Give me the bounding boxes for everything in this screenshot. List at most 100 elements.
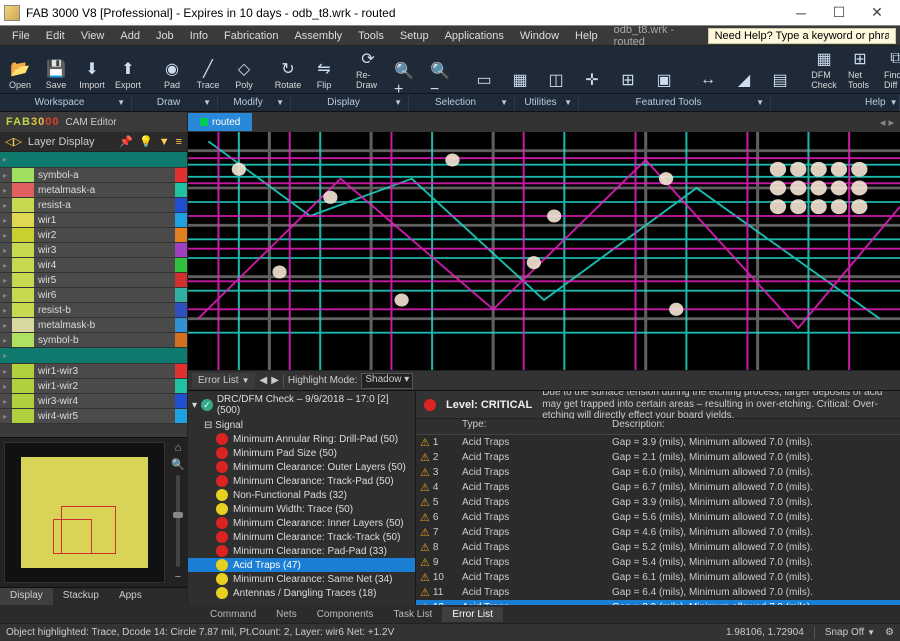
- layer-resist-a[interactable]: ▸resist-a: [0, 198, 187, 213]
- sidebar-tab-stackup[interactable]: Stackup: [53, 588, 109, 605]
- layer-header[interactable]: ▸: [0, 348, 187, 364]
- status-settings-icon[interactable]: ⚙: [885, 627, 894, 638]
- layer-wir5[interactable]: ▸wir5: [0, 273, 187, 288]
- menu-applications[interactable]: Applications: [437, 28, 512, 44]
- bulb-icon[interactable]: 💡: [139, 135, 153, 148]
- toolbar-open[interactable]: 📂Open: [4, 48, 36, 92]
- cmd-tab-command[interactable]: Command: [200, 607, 266, 622]
- menu-fabrication[interactable]: Fabrication: [216, 28, 286, 44]
- drc-root[interactable]: ▾✓DRC/DFM Check – 9/9/2018 – 17:0 [2] (5…: [188, 391, 415, 419]
- group-utilities[interactable]: Utilities▼: [515, 94, 579, 111]
- toolbar-btn14[interactable]: 🔍−: [424, 48, 456, 92]
- tab-routed[interactable]: routed: [188, 113, 252, 131]
- group-help[interactable]: Help▼: [859, 94, 900, 111]
- error-row[interactable]: ⚠8Acid TrapsGap = 5.2 (mils), Minimum al…: [416, 540, 900, 555]
- home-icon[interactable]: ⌂: [175, 442, 182, 454]
- toolbar-poly[interactable]: ◇Poly: [228, 48, 260, 92]
- settings-icon[interactable]: ≡: [176, 136, 182, 148]
- menu-setup[interactable]: Setup: [392, 28, 437, 44]
- menu-info[interactable]: Info: [182, 28, 216, 44]
- menu-help[interactable]: Help: [567, 28, 606, 44]
- drc-check[interactable]: Non-Functional Pads (32): [188, 488, 415, 502]
- toolbar-dfm-check[interactable]: ▦DFM Check: [808, 48, 840, 92]
- layer-symbol-a[interactable]: ▸symbol-a: [0, 168, 187, 183]
- toolbar-btn24[interactable]: ◢: [728, 48, 760, 92]
- layer-wir1[interactable]: ▸wir1: [0, 213, 187, 228]
- group-display[interactable]: Display▼: [291, 94, 409, 111]
- layer-metalmask-b[interactable]: ▸metalmask-b: [0, 318, 187, 333]
- cmd-tab-components[interactable]: Components: [307, 607, 384, 622]
- toolbar-trace[interactable]: ╱Trace: [192, 48, 224, 92]
- group-draw[interactable]: Draw▼: [132, 94, 218, 111]
- layer-metalmask-a[interactable]: ▸metalmask-a: [0, 183, 187, 198]
- zoom-in-icon[interactable]: 🔍: [171, 458, 185, 471]
- toolbar-btn19[interactable]: ✛: [576, 48, 608, 92]
- zoom-out-icon[interactable]: −: [175, 571, 181, 583]
- drc-signal-node[interactable]: ⊟ Signal: [188, 419, 415, 432]
- error-row[interactable]: ⚠6Acid TrapsGap = 5.6 (mils), Minimum al…: [416, 510, 900, 525]
- toolbar-flip[interactable]: ⇋Flip: [308, 48, 340, 92]
- toolbar-btn13[interactable]: 🔍+: [388, 48, 420, 92]
- group-selection[interactable]: Selection▼: [409, 94, 515, 111]
- toolbar-save[interactable]: 💾Save: [40, 48, 72, 92]
- toolbar-pad[interactable]: ◉Pad: [156, 48, 188, 92]
- toolbar-btn23[interactable]: ↔: [692, 48, 724, 92]
- expand-icon[interactable]: ◁▷: [5, 135, 22, 148]
- layer-wir6[interactable]: ▸wir6: [0, 288, 187, 303]
- filter-icon[interactable]: ▼: [159, 136, 170, 148]
- layer-wir3[interactable]: ▸wir3: [0, 243, 187, 258]
- layer-wir4[interactable]: ▸wir4: [0, 258, 187, 273]
- drc-check[interactable]: Acid Traps (47): [188, 558, 415, 572]
- layer-wir3-wir4[interactable]: ▸wir3-wir4: [0, 394, 187, 409]
- snap-toggle[interactable]: Snap Off▼: [815, 627, 885, 638]
- error-row[interactable]: ⚠7Acid TrapsGap = 4.6 (mils), Minimum al…: [416, 525, 900, 540]
- drc-check[interactable]: Minimum Clearance: Track-Pad (50): [188, 474, 415, 488]
- layer-wir1-wir2[interactable]: ▸wir1-wir2: [0, 379, 187, 394]
- cmd-tab-nets[interactable]: Nets: [266, 607, 307, 622]
- toolbar-re-draw[interactable]: ⟳Re-Draw: [352, 48, 384, 92]
- minimize-button[interactable]: ─: [782, 0, 820, 26]
- toolbar-btn18[interactable]: ◫: [540, 48, 572, 92]
- toolbar-btn16[interactable]: ▭: [468, 48, 500, 92]
- tab-nav[interactable]: ◂ ▸: [874, 116, 900, 129]
- error-row[interactable]: ⚠12Acid TrapsGap = 3.9 (mils), Minimum a…: [416, 600, 900, 605]
- cmd-tab-task-list[interactable]: Task List: [383, 607, 442, 622]
- close-button[interactable]: ✕: [858, 0, 896, 26]
- drc-check[interactable]: Minimum Clearance: Track-Track (50): [188, 530, 415, 544]
- sidebar-tab-display[interactable]: Display: [0, 588, 53, 605]
- drc-check[interactable]: Minimum Annular Ring: Drill-Pad (50): [188, 432, 415, 446]
- error-row[interactable]: ⚠9Acid TrapsGap = 5.4 (mils), Minimum al…: [416, 555, 900, 570]
- error-row[interactable]: ⚠11Acid TrapsGap = 6.4 (mils), Minimum a…: [416, 585, 900, 600]
- toolbar-btn21[interactable]: ▣: [648, 48, 680, 92]
- group-workspace[interactable]: Workspace▼: [0, 94, 132, 111]
- error-row[interactable]: ⚠1Acid TrapsGap = 3.9 (mils), Minimum al…: [416, 435, 900, 450]
- preview-canvas[interactable]: [4, 442, 165, 583]
- highlight-mode-select[interactable]: Shadow ▾: [361, 373, 413, 389]
- drc-check[interactable]: Minimum Pad Size (50): [188, 446, 415, 460]
- drc-check[interactable]: Minimum Clearance: Outer Layers (50): [188, 460, 415, 474]
- toolbar-btn25[interactable]: ▤: [764, 48, 796, 92]
- toolbar-import[interactable]: ⬇Import: [76, 48, 108, 92]
- prev-error-button[interactable]: ◀: [259, 375, 267, 386]
- sidebar-tab-apps[interactable]: Apps: [109, 588, 152, 605]
- layer-wir1-wir3[interactable]: ▸wir1-wir3: [0, 364, 187, 379]
- menu-view[interactable]: View: [73, 28, 113, 44]
- maximize-button[interactable]: ☐: [820, 0, 858, 26]
- drc-check[interactable]: Minimum Clearance: Inner Layers (50): [188, 516, 415, 530]
- error-row[interactable]: ⚠10Acid TrapsGap = 6.1 (mils), Minimum a…: [416, 570, 900, 585]
- toolbar-rotate[interactable]: ↻Rotate: [272, 48, 304, 92]
- toolbar-export[interactable]: ⬆Export: [112, 48, 144, 92]
- menu-tools[interactable]: Tools: [350, 28, 392, 44]
- error-row[interactable]: ⚠3Acid TrapsGap = 6.0 (mils), Minimum al…: [416, 465, 900, 480]
- menu-add[interactable]: Add: [112, 28, 148, 44]
- drc-check[interactable]: Minimum Clearance: Same Net (34): [188, 572, 415, 586]
- toolbar-find-diff[interactable]: ⧉Find Diff: [880, 48, 900, 92]
- layer-wir2[interactable]: ▸wir2: [0, 228, 187, 243]
- drc-check[interactable]: Minimum Width: Trace (50): [188, 502, 415, 516]
- menu-job[interactable]: Job: [148, 28, 182, 44]
- layer-header[interactable]: ▸: [0, 152, 187, 168]
- pcb-canvas[interactable]: [188, 132, 900, 370]
- menu-assembly[interactable]: Assembly: [286, 28, 350, 44]
- toolbar-btn20[interactable]: ⊞: [612, 48, 644, 92]
- error-row[interactable]: ⚠5Acid TrapsGap = 3.9 (mils), Minimum al…: [416, 495, 900, 510]
